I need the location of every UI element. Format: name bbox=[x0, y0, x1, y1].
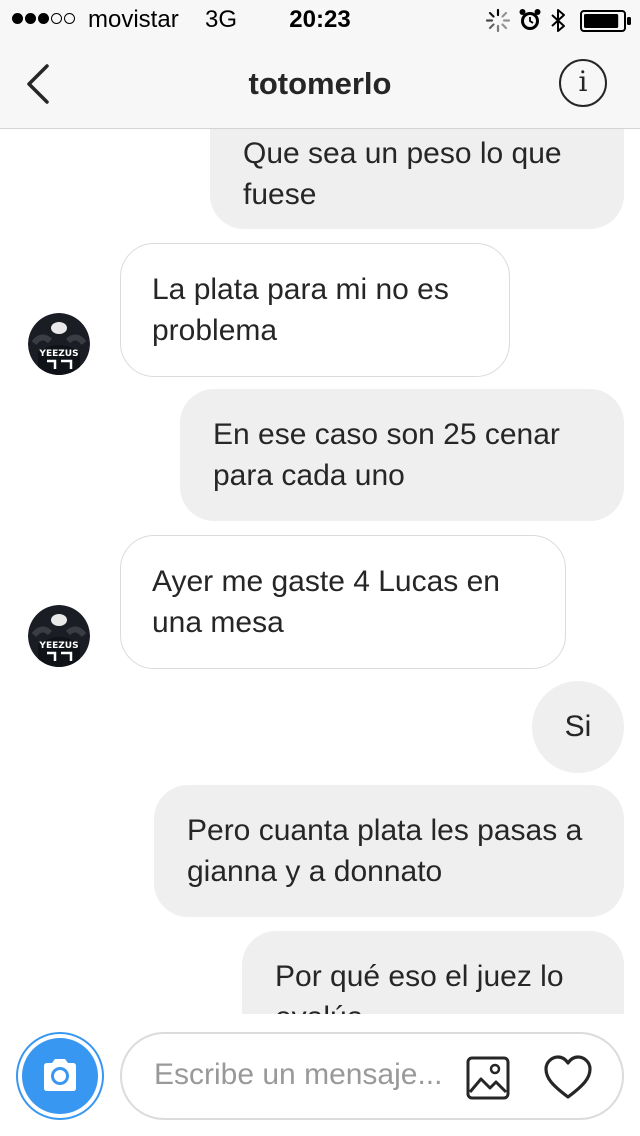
message-thread[interactable]: Que sea un peso lo que fuese YEEZUS La p… bbox=[0, 129, 640, 1014]
message-bubble-outgoing[interactable]: Por qué eso el juez lo evalúa bbox=[242, 931, 624, 1014]
message-text: Pero cuanta plata les pasas a gianna y a… bbox=[187, 814, 583, 888]
message-text: Si bbox=[564, 710, 592, 743]
conversation-username[interactable]: totomerlo bbox=[0, 66, 640, 102]
gallery-button[interactable] bbox=[464, 1054, 512, 1107]
info-icon: i bbox=[578, 65, 588, 98]
activity-spinner-icon bbox=[485, 8, 511, 33]
status-icons bbox=[484, 6, 574, 41]
like-button[interactable] bbox=[542, 1054, 594, 1107]
heart-icon bbox=[544, 1055, 592, 1099]
message-text: Por qué eso el juez lo evalúa bbox=[275, 960, 564, 1014]
camera-icon bbox=[44, 1059, 76, 1091]
message-bubble-outgoing[interactable]: Que sea un peso lo que fuese bbox=[210, 129, 624, 229]
avatar-shirt-text: YEEZUS bbox=[38, 641, 78, 651]
bluetooth-icon bbox=[551, 9, 565, 32]
message-bubble-incoming[interactable]: Ayer me gaste 4 Lucas en una mesa bbox=[120, 535, 566, 669]
avatar[interactable]: YEEZUS bbox=[28, 313, 90, 375]
message-composer: Escribe un mensaje... bbox=[0, 1014, 640, 1136]
message-input[interactable]: Escribe un mensaje... bbox=[120, 1032, 624, 1120]
avatar[interactable]: YEEZUS bbox=[28, 605, 90, 667]
battery-icon bbox=[580, 10, 632, 37]
message-text: En ese caso son 25 cenar para cada uno bbox=[213, 418, 560, 492]
message-input-placeholder: Escribe un mensaje... bbox=[154, 1058, 443, 1091]
message-bubble-outgoing[interactable]: Pero cuanta plata les pasas a gianna y a… bbox=[154, 785, 624, 917]
chat-header: totomerlo i bbox=[0, 40, 640, 129]
message-text: Que sea un peso lo que fuese bbox=[243, 137, 562, 211]
alarm-clock-icon bbox=[519, 9, 541, 30]
message-bubble-incoming[interactable]: La plata para mi no es problema bbox=[120, 243, 510, 377]
avatar-shirt-text: YEEZUS bbox=[38, 349, 78, 359]
status-bar: movistar 3G 20:23 bbox=[0, 0, 640, 40]
message-text: Ayer me gaste 4 Lucas en una mesa bbox=[152, 565, 500, 639]
image-gallery-icon bbox=[466, 1056, 510, 1100]
camera-button[interactable] bbox=[16, 1032, 104, 1120]
message-bubble-outgoing[interactable]: En ese caso son 25 cenar para cada uno bbox=[180, 389, 624, 521]
info-button[interactable]: i bbox=[559, 59, 607, 107]
message-bubble-outgoing[interactable]: Si bbox=[532, 681, 624, 773]
message-text: La plata para mi no es problema bbox=[152, 273, 449, 347]
